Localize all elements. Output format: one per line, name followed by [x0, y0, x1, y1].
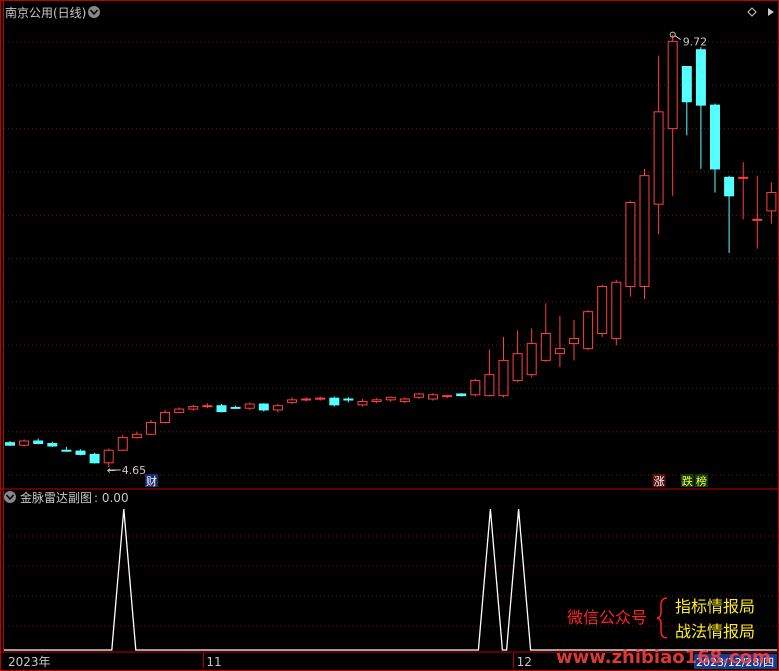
sub-dropdown-icon[interactable]: [4, 491, 16, 503]
brace-icon: [656, 597, 668, 639]
candle-body-up[interactable]: [103, 449, 114, 464]
high-pointer: [674, 35, 681, 41]
candle-body-up[interactable]: [653, 111, 664, 205]
candle-body-up[interactable]: [371, 399, 382, 403]
candle-body-up[interactable]: [526, 343, 537, 376]
x-axis-label: 11: [206, 655, 221, 669]
candle-body-up[interactable]: [131, 433, 142, 439]
candle-body-down[interactable]: [343, 398, 354, 401]
sub-title: 金脉雷达副图: [20, 490, 92, 505]
event-badge[interactable]: 财: [146, 474, 157, 488]
dropdown-icon[interactable]: [88, 6, 100, 18]
low-arrow-icon: ←: [107, 464, 116, 477]
candle-body-up[interactable]: [19, 440, 30, 446]
candle-body-down[interactable]: [61, 449, 72, 452]
event-badge[interactable]: 涨: [654, 475, 665, 488]
candle-body-up[interactable]: [272, 405, 283, 411]
candle-body-up[interactable]: [569, 338, 579, 345]
play-icon[interactable]: [768, 8, 774, 16]
candle-body-up[interactable]: [399, 398, 410, 403]
candle-body-down[interactable]: [710, 104, 720, 170]
candle-body-up[interactable]: [244, 403, 255, 409]
candle-body-up[interactable]: [625, 202, 636, 287]
candle-body-down[interactable]: [258, 403, 269, 411]
candle-body-up[interactable]: [484, 374, 495, 397]
kline-chart[interactable]: 9.72 ← 4.65财 涨 跌榜 南京公用(日线) 金脉雷达副图: 0.00 2023年 11…: [0, 0, 779, 671]
candle-body-up[interactable]: [117, 437, 128, 451]
candle-body-up[interactable]: [611, 281, 622, 340]
watermark-line1: 指标情报局: [675, 597, 755, 616]
candle-body-up[interactable]: [583, 311, 594, 350]
chart-window: 9.72 ← 4.65 财 涨 跌榜 南京公用(日线) 金脉雷达副图: 0.00 2023年 11…: [0, 0, 779, 671]
candle-body-up[interactable]: [385, 396, 396, 401]
event-badge[interactable]: 跌: [682, 474, 693, 488]
event-badge[interactable]: 榜: [696, 474, 707, 488]
candle-body-up[interactable]: [752, 218, 763, 221]
outer-frame: [0, 0, 779, 671]
candle-body-down[interactable]: [724, 176, 735, 197]
sub-value-label: : 0.00: [94, 491, 129, 505]
candle-body-up[interactable]: [413, 393, 424, 398]
candle-body-up[interactable]: [287, 399, 297, 403]
candle-body-up[interactable]: [428, 394, 438, 400]
candle-body-down[interactable]: [5, 442, 15, 446]
candle-body-up[interactable]: [554, 348, 565, 355]
candle-body-down[interactable]: [230, 406, 241, 409]
x-axis-label: 12: [517, 655, 532, 669]
low-price-label: 4.65: [122, 464, 147, 477]
candle-body-down[interactable]: [75, 450, 86, 455]
candle-body-up[interactable]: [301, 398, 312, 401]
candle-body-up[interactable]: [597, 285, 608, 335]
candle-body-up[interactable]: [442, 395, 453, 398]
main-title: 南京公用(日线): [5, 5, 86, 20]
site-watermark: www.zhibiao168.com: [556, 647, 771, 668]
candle-body-up[interactable]: [540, 333, 551, 361]
candle-body-up[interactable]: [512, 353, 523, 382]
candle-body-up[interactable]: [202, 405, 213, 408]
candle-body-down[interactable]: [89, 453, 100, 464]
candle-body-up[interactable]: [160, 411, 171, 424]
candle-body-down[interactable]: [681, 66, 692, 103]
candle-body-up[interactable]: [498, 359, 509, 397]
diamond-icon[interactable]: [747, 7, 757, 17]
candle-body-down[interactable]: [695, 49, 706, 106]
candle-body-up[interactable]: [766, 191, 777, 212]
x-axis-label: 2023年: [8, 655, 51, 669]
candle-body-down[interactable]: [329, 397, 340, 406]
candle-body-up[interactable]: [146, 422, 156, 435]
candle-body-up[interactable]: [738, 176, 749, 179]
wechat-label: 微信公众号: [567, 608, 647, 627]
candle-body-up[interactable]: [357, 401, 368, 406]
candle-body-up[interactable]: [188, 406, 199, 410]
candle-body-up[interactable]: [639, 175, 650, 287]
candle-body-up[interactable]: [315, 397, 326, 400]
candle-body-down[interactable]: [47, 442, 58, 447]
candle-body-down[interactable]: [33, 440, 44, 444]
candle-body-up[interactable]: [470, 380, 481, 396]
candle-body-down[interactable]: [456, 393, 467, 397]
candle-body-down[interactable]: [216, 405, 227, 413]
candle-body-up[interactable]: [174, 408, 185, 413]
candle-body-up[interactable]: [667, 40, 678, 130]
watermark-line2: 战法情报局: [675, 622, 755, 641]
high-price-label: 9.72: [683, 36, 708, 49]
